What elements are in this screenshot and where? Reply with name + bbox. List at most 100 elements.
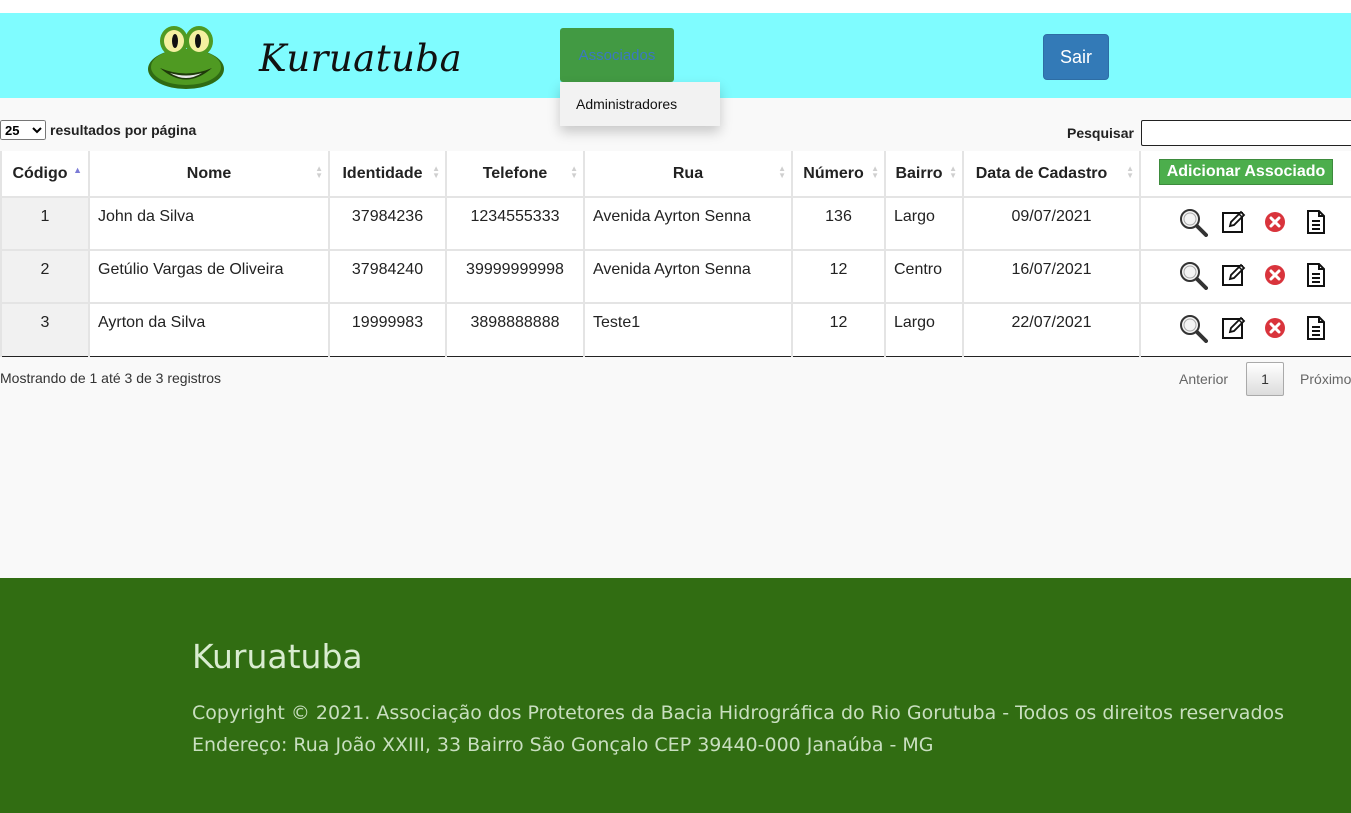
- table-row: 1 John da Silva 37984236 1234555333 Avenida …: [0, 196, 1351, 251]
- document-button[interactable]: [1300, 312, 1332, 344]
- cell-codigo: 1: [0, 196, 90, 251]
- delete-button[interactable]: [1259, 312, 1291, 344]
- row-actions: [1141, 312, 1351, 344]
- cell-nome: Getúlio Vargas de Oliveira: [88, 249, 330, 304]
- column-label: Código: [12, 164, 68, 182]
- table-row: 3 Ayrton da Silva 19999983 3898888888 Teste1…: [0, 302, 1351, 357]
- column-label: Nome: [186, 164, 232, 182]
- column-label: Rua: [672, 164, 704, 182]
- sort-icon: ▲ ▼: [871, 164, 879, 180]
- document-button[interactable]: [1300, 206, 1332, 238]
- edit-icon: [1221, 315, 1247, 341]
- cell-data-cadastro: 22/07/2021: [962, 302, 1141, 357]
- cell-actions: [1139, 302, 1351, 357]
- view-button[interactable]: [1177, 206, 1209, 238]
- sort-icon: ▲ ▼: [949, 164, 957, 180]
- nav-associados-button[interactable]: Associados: [560, 28, 674, 82]
- sort-icon: ▲ ▼: [570, 164, 578, 180]
- cell-numero: 12: [791, 302, 886, 357]
- column-header-codigo[interactable]: Código ▲: [0, 151, 90, 198]
- cell-codigo: 2: [0, 249, 90, 304]
- cell-identidade: 19999983: [328, 302, 447, 357]
- cell-rua: Teste1: [583, 302, 793, 357]
- row-actions: [1141, 259, 1351, 291]
- column-header-bairro[interactable]: Bairro ▲ ▼: [884, 151, 964, 198]
- pagination-previous[interactable]: Anterior: [1179, 371, 1228, 387]
- edit-icon: [1221, 209, 1247, 235]
- delete-button[interactable]: [1259, 206, 1291, 238]
- table-info: Mostrando de 1 até 3 de 3 registros: [0, 370, 222, 386]
- view-button[interactable]: [1177, 259, 1209, 291]
- cell-rua: Avenida Ayrton Senna: [583, 249, 793, 304]
- edit-button[interactable]: [1218, 312, 1250, 344]
- column-header-telefone[interactable]: Telefone ▲ ▼: [445, 151, 585, 198]
- sort-icon: ▲ ▼: [315, 164, 323, 180]
- pagination: Anterior 1 Próximo: [1179, 362, 1351, 396]
- cell-codigo: 3: [0, 302, 90, 357]
- column-header-identidade[interactable]: Identidade ▲ ▼: [328, 151, 447, 198]
- view-button[interactable]: [1177, 312, 1209, 344]
- sort-icon: ▲ ▼: [1126, 164, 1134, 180]
- footer-title: Kuruatuba: [192, 637, 363, 676]
- page-length-select[interactable]: 25: [0, 120, 46, 140]
- column-label: Identidade: [342, 164, 423, 182]
- document-icon: [1304, 209, 1328, 235]
- cell-nome: Ayrton da Silva: [88, 302, 330, 357]
- delete-icon: [1263, 263, 1287, 287]
- cell-telefone: 1234555333: [445, 196, 585, 251]
- document-button[interactable]: [1300, 259, 1332, 291]
- sort-icon: ▲ ▼: [778, 164, 786, 180]
- associados-table: Código ▲ Nome ▲ ▼ Identidade ▲ ▼ Telefone …: [0, 151, 1351, 357]
- document-icon: [1304, 315, 1328, 341]
- delete-button[interactable]: [1259, 259, 1291, 291]
- sort-icon: ▲ ▼: [432, 164, 440, 180]
- frog-logo-icon: [148, 26, 224, 89]
- edit-icon: [1221, 262, 1247, 288]
- table-row: 2 Getúlio Vargas de Oliveira 37984240 39999…: [0, 249, 1351, 304]
- top-strip: [0, 0, 1351, 13]
- add-associado-button[interactable]: Adicionar Associado: [1158, 158, 1334, 185]
- menu-item-administradores[interactable]: Administradores: [560, 82, 720, 126]
- cell-telefone: 3898888888: [445, 302, 585, 357]
- cell-numero: 136: [791, 196, 886, 251]
- cell-data-cadastro: 09/07/2021: [962, 196, 1141, 251]
- column-header-actions: Adicionar Associado: [1139, 151, 1351, 198]
- cell-actions: [1139, 249, 1351, 304]
- column-label: Data de Cadastro: [975, 164, 1108, 182]
- site-footer: Kuruatuba Copyright © 2021. Associação d…: [0, 578, 1351, 813]
- cell-bairro: Largo: [884, 196, 964, 251]
- edit-button[interactable]: [1218, 259, 1250, 291]
- edit-button[interactable]: [1218, 206, 1250, 238]
- search-label: Pesquisar: [1067, 125, 1134, 141]
- pagination-next[interactable]: Próximo: [1300, 371, 1351, 387]
- column-label: Telefone: [482, 164, 548, 182]
- footer-address: Endereço: Rua João XXIII, 33 Bairro São …: [192, 734, 934, 756]
- magnifier-icon: [1178, 313, 1208, 343]
- sair-button[interactable]: Sair: [1043, 34, 1109, 80]
- page-length-control: 25 resultados por página: [0, 120, 196, 140]
- nav-dropdown-menu: Administradores: [560, 82, 720, 126]
- sort-asc-icon: ▲: [73, 165, 82, 175]
- pagination-page-1[interactable]: 1: [1246, 362, 1285, 396]
- page-length-label: resultados por página: [50, 122, 197, 138]
- row-actions: [1141, 206, 1351, 238]
- column-label: Bairro: [895, 164, 943, 182]
- magnifier-icon: [1178, 207, 1208, 237]
- magnifier-icon: [1178, 260, 1208, 290]
- column-header-numero[interactable]: Número ▲ ▼: [791, 151, 886, 198]
- table-header-row: Código ▲ Nome ▲ ▼ Identidade ▲ ▼ Telefone …: [0, 151, 1351, 198]
- cell-telefone: 39999999998: [445, 249, 585, 304]
- cell-bairro: Largo: [884, 302, 964, 357]
- delete-icon: [1263, 316, 1287, 340]
- column-header-rua[interactable]: Rua ▲ ▼: [583, 151, 793, 198]
- logo-text: Kuruatuba: [259, 37, 463, 80]
- cell-identidade: 37984236: [328, 196, 447, 251]
- column-header-nome[interactable]: Nome ▲ ▼: [88, 151, 330, 198]
- column-header-data-cadastro[interactable]: Data de Cadastro ▲ ▼: [962, 151, 1141, 198]
- cell-nome: John da Silva: [88, 196, 330, 251]
- delete-icon: [1263, 210, 1287, 234]
- search-control: Pesquisar: [1067, 120, 1351, 146]
- search-input[interactable]: [1140, 120, 1351, 146]
- cell-numero: 12: [791, 249, 886, 304]
- cell-bairro: Centro: [884, 249, 964, 304]
